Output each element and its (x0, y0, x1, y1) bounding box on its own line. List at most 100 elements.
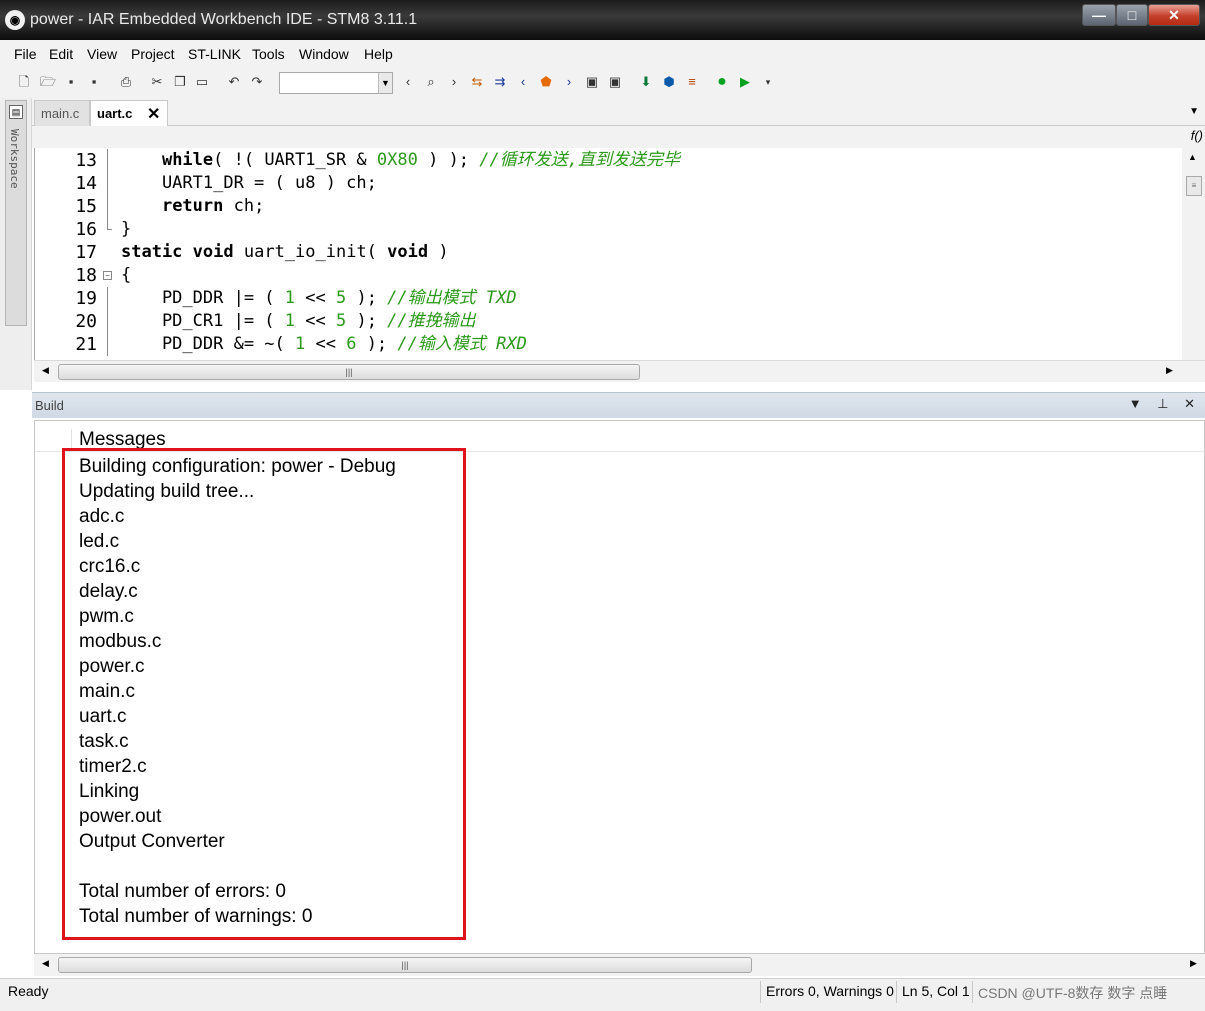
open-icon[interactable]: 🗁 (40, 74, 56, 90)
chevron-down-icon[interactable]: ▼ (378, 73, 392, 93)
code-token: PD_DDR |= ( (121, 288, 285, 308)
function-navigator-icon[interactable]: f() (1191, 128, 1203, 143)
keyword-token: return (161, 196, 224, 216)
editor-tab-bar: main.c uart.c ✕ ▼ (32, 98, 1205, 126)
number-token: 5 (335, 288, 347, 308)
code-token: ); (346, 288, 388, 308)
cut-icon[interactable]: ✂ (149, 74, 165, 90)
line-number: 20 (75, 311, 97, 332)
next-bookmark-icon[interactable]: ⇉ (492, 74, 508, 90)
prev-icon[interactable]: ‹ (515, 74, 531, 90)
undo-icon[interactable]: ↶ (226, 74, 242, 90)
code-token: { (121, 265, 132, 285)
status-bar: Ready Errors 0, Warnings 0 Ln 5, Col 1 C… (0, 978, 1205, 1011)
editor-horizontal-scrollbar[interactable]: ◀ ||| ▶ (34, 360, 1205, 382)
scroll-right-icon[interactable]: ▶ (1166, 365, 1173, 376)
toggle-bookmark-icon[interactable]: ⇆ (469, 74, 485, 90)
pane-controls[interactable]: ▼ ⊥ ✕ (1129, 396, 1201, 412)
build-horizontal-scrollbar[interactable]: ◀ ||| ▶ (34, 954, 1205, 976)
next-icon[interactable]: › (561, 74, 577, 90)
run-icon[interactable]: ▶ (737, 74, 753, 90)
new-file-icon[interactable]: 🗋 (16, 74, 32, 90)
code-editor[interactable]: 13 14 15 16 17 18−19 20 21 while( !( UART1_SR &… (34, 148, 1182, 360)
workspace-icon: ▤ (9, 105, 23, 119)
save-all-icon[interactable]: ▪ (86, 74, 102, 90)
code-token: uart_io_init( (233, 242, 388, 262)
fold-marker (103, 333, 113, 356)
status-position: Ln 5, Col 1 (902, 983, 970, 999)
number-token: 0X80 (376, 150, 418, 170)
fold-marker (103, 172, 113, 195)
scroll-left-icon[interactable]: ◀ (42, 958, 49, 969)
copy-icon[interactable]: ❐ (172, 74, 188, 90)
debug-icon[interactable]: ⬢ (661, 74, 677, 90)
menu-project[interactable]: Project (131, 46, 175, 62)
redo-icon[interactable]: ↷ (249, 74, 265, 90)
build-pane-header: Build ▼ ⊥ ✕ (32, 392, 1205, 418)
tab-main-c[interactable]: main.c (34, 100, 90, 126)
number-token: 5 (335, 311, 347, 331)
number-token: 6 (346, 334, 357, 354)
find-combo[interactable]: ▼ (279, 72, 393, 94)
fold-marker (103, 287, 113, 310)
code-line: static void uart_io_init( void ) (121, 241, 449, 264)
comment-token: //推挽输出 (387, 311, 476, 331)
menu-bar: File Edit View Project ST-LINK Tools Win… (0, 40, 1205, 68)
go-icon[interactable]: ● (714, 74, 730, 90)
toolbar-overflow-icon[interactable]: ▾ (760, 74, 776, 90)
search-icon[interactable]: ⌕ (423, 74, 439, 90)
menu-file[interactable]: File (14, 46, 37, 62)
breakpoint-icon[interactable]: ⬟ (538, 74, 554, 90)
minimize-button[interactable]: — (1082, 4, 1116, 26)
iar-app-icon[interactable]: ◉ (5, 10, 25, 30)
scroll-left-icon[interactable]: ◀ (42, 365, 49, 376)
status-separator (896, 981, 897, 1003)
highlight-annotation-box (62, 448, 466, 940)
code-token: UART1_DR = ( u8 ) ch; (121, 173, 377, 193)
fold-marker[interactable]: − (103, 264, 113, 287)
keyword-token: while (161, 150, 214, 170)
make-icon[interactable]: ▣ (607, 74, 623, 90)
comment-token: //输入模式 RXD (397, 334, 527, 354)
editor-vertical-scrollbar[interactable]: ▲ ≡ ▼ (1182, 148, 1205, 376)
menu-view[interactable]: View (87, 46, 117, 62)
workspace-tab[interactable]: ▤ Workspace (5, 100, 27, 326)
scroll-up-icon[interactable]: ▲ (1188, 152, 1197, 162)
close-window-button[interactable]: ✕ (1148, 4, 1200, 26)
download-debug-icon[interactable]: ⬇ (638, 74, 654, 90)
scroll-thumb[interactable]: ||| (58, 957, 752, 973)
tab-list-chevron-icon[interactable]: ▼ (1189, 106, 1199, 117)
tab-uart-c[interactable]: uart.c ✕ (90, 100, 168, 126)
close-tab-icon[interactable]: ✕ (147, 104, 160, 124)
compile-icon[interactable]: ▣ (584, 74, 600, 90)
scroll-thumb[interactable]: ≡ (1186, 176, 1202, 196)
nav-forward-icon[interactable]: › (446, 74, 462, 90)
nav-back-icon[interactable]: ‹ (400, 74, 416, 90)
menu-st-link[interactable]: ST-LINK (188, 46, 241, 62)
menu-tools[interactable]: Tools (252, 46, 285, 62)
comment-token: //循环发送,直到发送完毕 (479, 150, 680, 170)
toolbar: 🗋 🗁 ▪ ▪ ⎙ ✂ ❐ ▭ ↶ ↷ ▼ ‹ ⌕ › ⇆ ⇉ ‹ ⬟ › ▣ … (0, 68, 1205, 98)
code-line: { (121, 264, 131, 287)
menu-help[interactable]: Help (364, 46, 393, 62)
code-line: UART1_DR = ( u8 ) ch; (121, 172, 377, 195)
maximize-button[interactable]: □ (1116, 4, 1148, 26)
fold-marker (103, 310, 113, 333)
line-number: 18 (75, 265, 97, 286)
save-icon[interactable]: ▪ (63, 74, 79, 90)
stop-build-icon[interactable]: ≡ (684, 74, 700, 90)
code-token: ); (346, 311, 388, 331)
code-token: PD_CR1 |= ( (121, 311, 285, 331)
scroll-thumb[interactable]: ||| (58, 364, 640, 380)
print-icon[interactable]: ⎙ (118, 74, 134, 90)
code-token: ); (356, 334, 398, 354)
menu-window[interactable]: Window (299, 46, 349, 62)
fold-marker (103, 149, 113, 172)
scroll-right-icon[interactable]: ▶ (1190, 958, 1197, 969)
paste-icon[interactable]: ▭ (194, 74, 210, 90)
menu-edit[interactable]: Edit (49, 46, 73, 62)
code-line: } (121, 218, 131, 241)
code-line: PD_DDR &= ~( 1 << 6 ); //输入模式 RXD (121, 333, 527, 356)
